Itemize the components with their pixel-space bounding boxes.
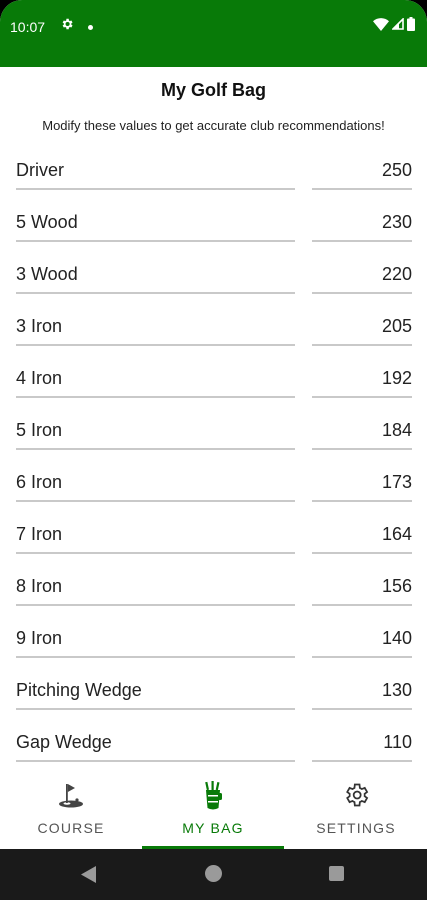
club-name: 3 Wood xyxy=(16,264,78,284)
club-row: 9 Iron 140 xyxy=(0,614,427,666)
club-row: 7 Iron 164 xyxy=(0,510,427,562)
club-row: 5 Iron 184 xyxy=(0,406,427,458)
club-distance: 250 xyxy=(381,160,412,180)
club-distance: 192 xyxy=(381,368,412,388)
page-subtitle: Modify these values to get accurate club… xyxy=(42,118,385,133)
app-screen: 10:07 My Golf Bag Modify these values to… xyxy=(0,0,427,900)
nav-course[interactable]: COURSE xyxy=(0,765,142,849)
club-row: 3 Iron 205 xyxy=(0,302,427,354)
club-name: Pitching Wedge xyxy=(16,680,142,700)
settings-notification-icon xyxy=(60,17,74,36)
club-distance-field[interactable]: 184 xyxy=(312,406,412,450)
club-row: 3 Wood 220 xyxy=(0,250,427,302)
home-icon[interactable] xyxy=(205,865,222,882)
club-distance-field[interactable]: 192 xyxy=(312,354,412,398)
club-row: 8 Iron 156 xyxy=(0,562,427,614)
club-name-field[interactable]: 5 Iron xyxy=(16,406,295,450)
club-row: Pitching Wedge 130 xyxy=(0,666,427,718)
club-distance-field[interactable]: 164 xyxy=(312,510,412,554)
golf-bag-icon xyxy=(201,781,225,816)
club-row: 6 Iron 173 xyxy=(0,458,427,510)
club-name: 7 Iron xyxy=(16,524,63,544)
club-name-field[interactable]: 6 Iron xyxy=(16,458,295,502)
cell-signal-icon xyxy=(392,18,404,30)
club-name: 4 Iron xyxy=(16,368,63,388)
nav-course-label: COURSE xyxy=(37,820,105,836)
nav-settings[interactable]: SETTINGS xyxy=(285,765,427,849)
club-row: Driver 250 xyxy=(0,146,427,198)
status-bar: 10:07 xyxy=(0,0,427,67)
club-distance-field[interactable]: 156 xyxy=(312,562,412,606)
bottom-navigation: COURSE MY BAG SETTINGS xyxy=(0,765,427,849)
recent-apps-icon[interactable] xyxy=(329,866,344,881)
club-distance-field[interactable]: 173 xyxy=(312,458,412,502)
club-distance: 220 xyxy=(381,264,412,284)
club-distance-field[interactable]: 230 xyxy=(312,198,412,242)
club-name: 8 Iron xyxy=(16,576,63,596)
club-name: Gap Wedge xyxy=(16,732,112,752)
wifi-icon xyxy=(373,18,389,31)
club-distance: 184 xyxy=(381,420,412,440)
club-distance: 230 xyxy=(381,212,412,232)
club-name-field[interactable]: 4 Iron xyxy=(16,354,295,398)
notification-dot-icon xyxy=(88,25,93,30)
nav-my-bag[interactable]: MY BAG xyxy=(142,765,284,849)
club-name-field[interactable]: 3 Wood xyxy=(16,250,295,294)
club-row: Gap Wedge 110 xyxy=(0,718,427,763)
club-name: Driver xyxy=(16,160,64,180)
club-name: 5 Iron xyxy=(16,420,63,440)
club-distance: 140 xyxy=(381,628,412,648)
club-distance-field[interactable]: 140 xyxy=(312,614,412,658)
status-icons xyxy=(373,17,415,31)
battery-icon xyxy=(407,17,415,31)
page-title: My Golf Bag xyxy=(160,80,266,100)
club-distance-field[interactable]: 130 xyxy=(312,666,412,710)
club-name-field[interactable]: 8 Iron xyxy=(16,562,295,606)
back-icon[interactable] xyxy=(81,866,97,888)
club-name-field[interactable]: Pitching Wedge xyxy=(16,666,295,710)
club-name-field[interactable]: Driver xyxy=(16,146,295,190)
club-distance: 110 xyxy=(383,732,412,752)
club-distance-field[interactable]: 250 xyxy=(312,146,412,190)
gear-icon xyxy=(342,781,370,814)
club-name: 3 Iron xyxy=(16,316,63,336)
club-distance: 130 xyxy=(381,680,412,700)
club-distance-field[interactable]: 220 xyxy=(312,250,412,294)
club-name-field[interactable]: 5 Wood xyxy=(16,198,295,242)
nav-my-bag-label: MY BAG xyxy=(182,820,244,836)
club-name-field[interactable]: 3 Iron xyxy=(16,302,295,346)
club-name: 5 Wood xyxy=(16,212,78,232)
club-list[interactable]: Driver 250 5 Wood 230 3 Wood 220 3 Iron … xyxy=(0,146,427,763)
status-time: 10:07 xyxy=(10,19,46,35)
club-name-field[interactable]: 7 Iron xyxy=(16,510,295,554)
club-name-field[interactable]: Gap Wedge xyxy=(16,718,295,762)
club-distance-field[interactable]: 205 xyxy=(312,302,412,346)
club-distance: 164 xyxy=(381,524,412,544)
nav-settings-label: SETTINGS xyxy=(316,820,396,836)
club-distance: 205 xyxy=(381,316,412,336)
club-row: 4 Iron 192 xyxy=(0,354,427,406)
club-distance: 173 xyxy=(381,472,412,492)
club-name-field[interactable]: 9 Iron xyxy=(16,614,295,658)
golf-flag-icon xyxy=(56,781,86,814)
club-distance-field[interactable]: 110 xyxy=(312,718,412,762)
club-name: 6 Iron xyxy=(16,472,63,492)
club-row: 5 Wood 230 xyxy=(0,198,427,250)
club-name: 9 Iron xyxy=(16,628,63,648)
club-distance: 156 xyxy=(381,576,412,596)
system-navigation-bar xyxy=(0,849,427,900)
